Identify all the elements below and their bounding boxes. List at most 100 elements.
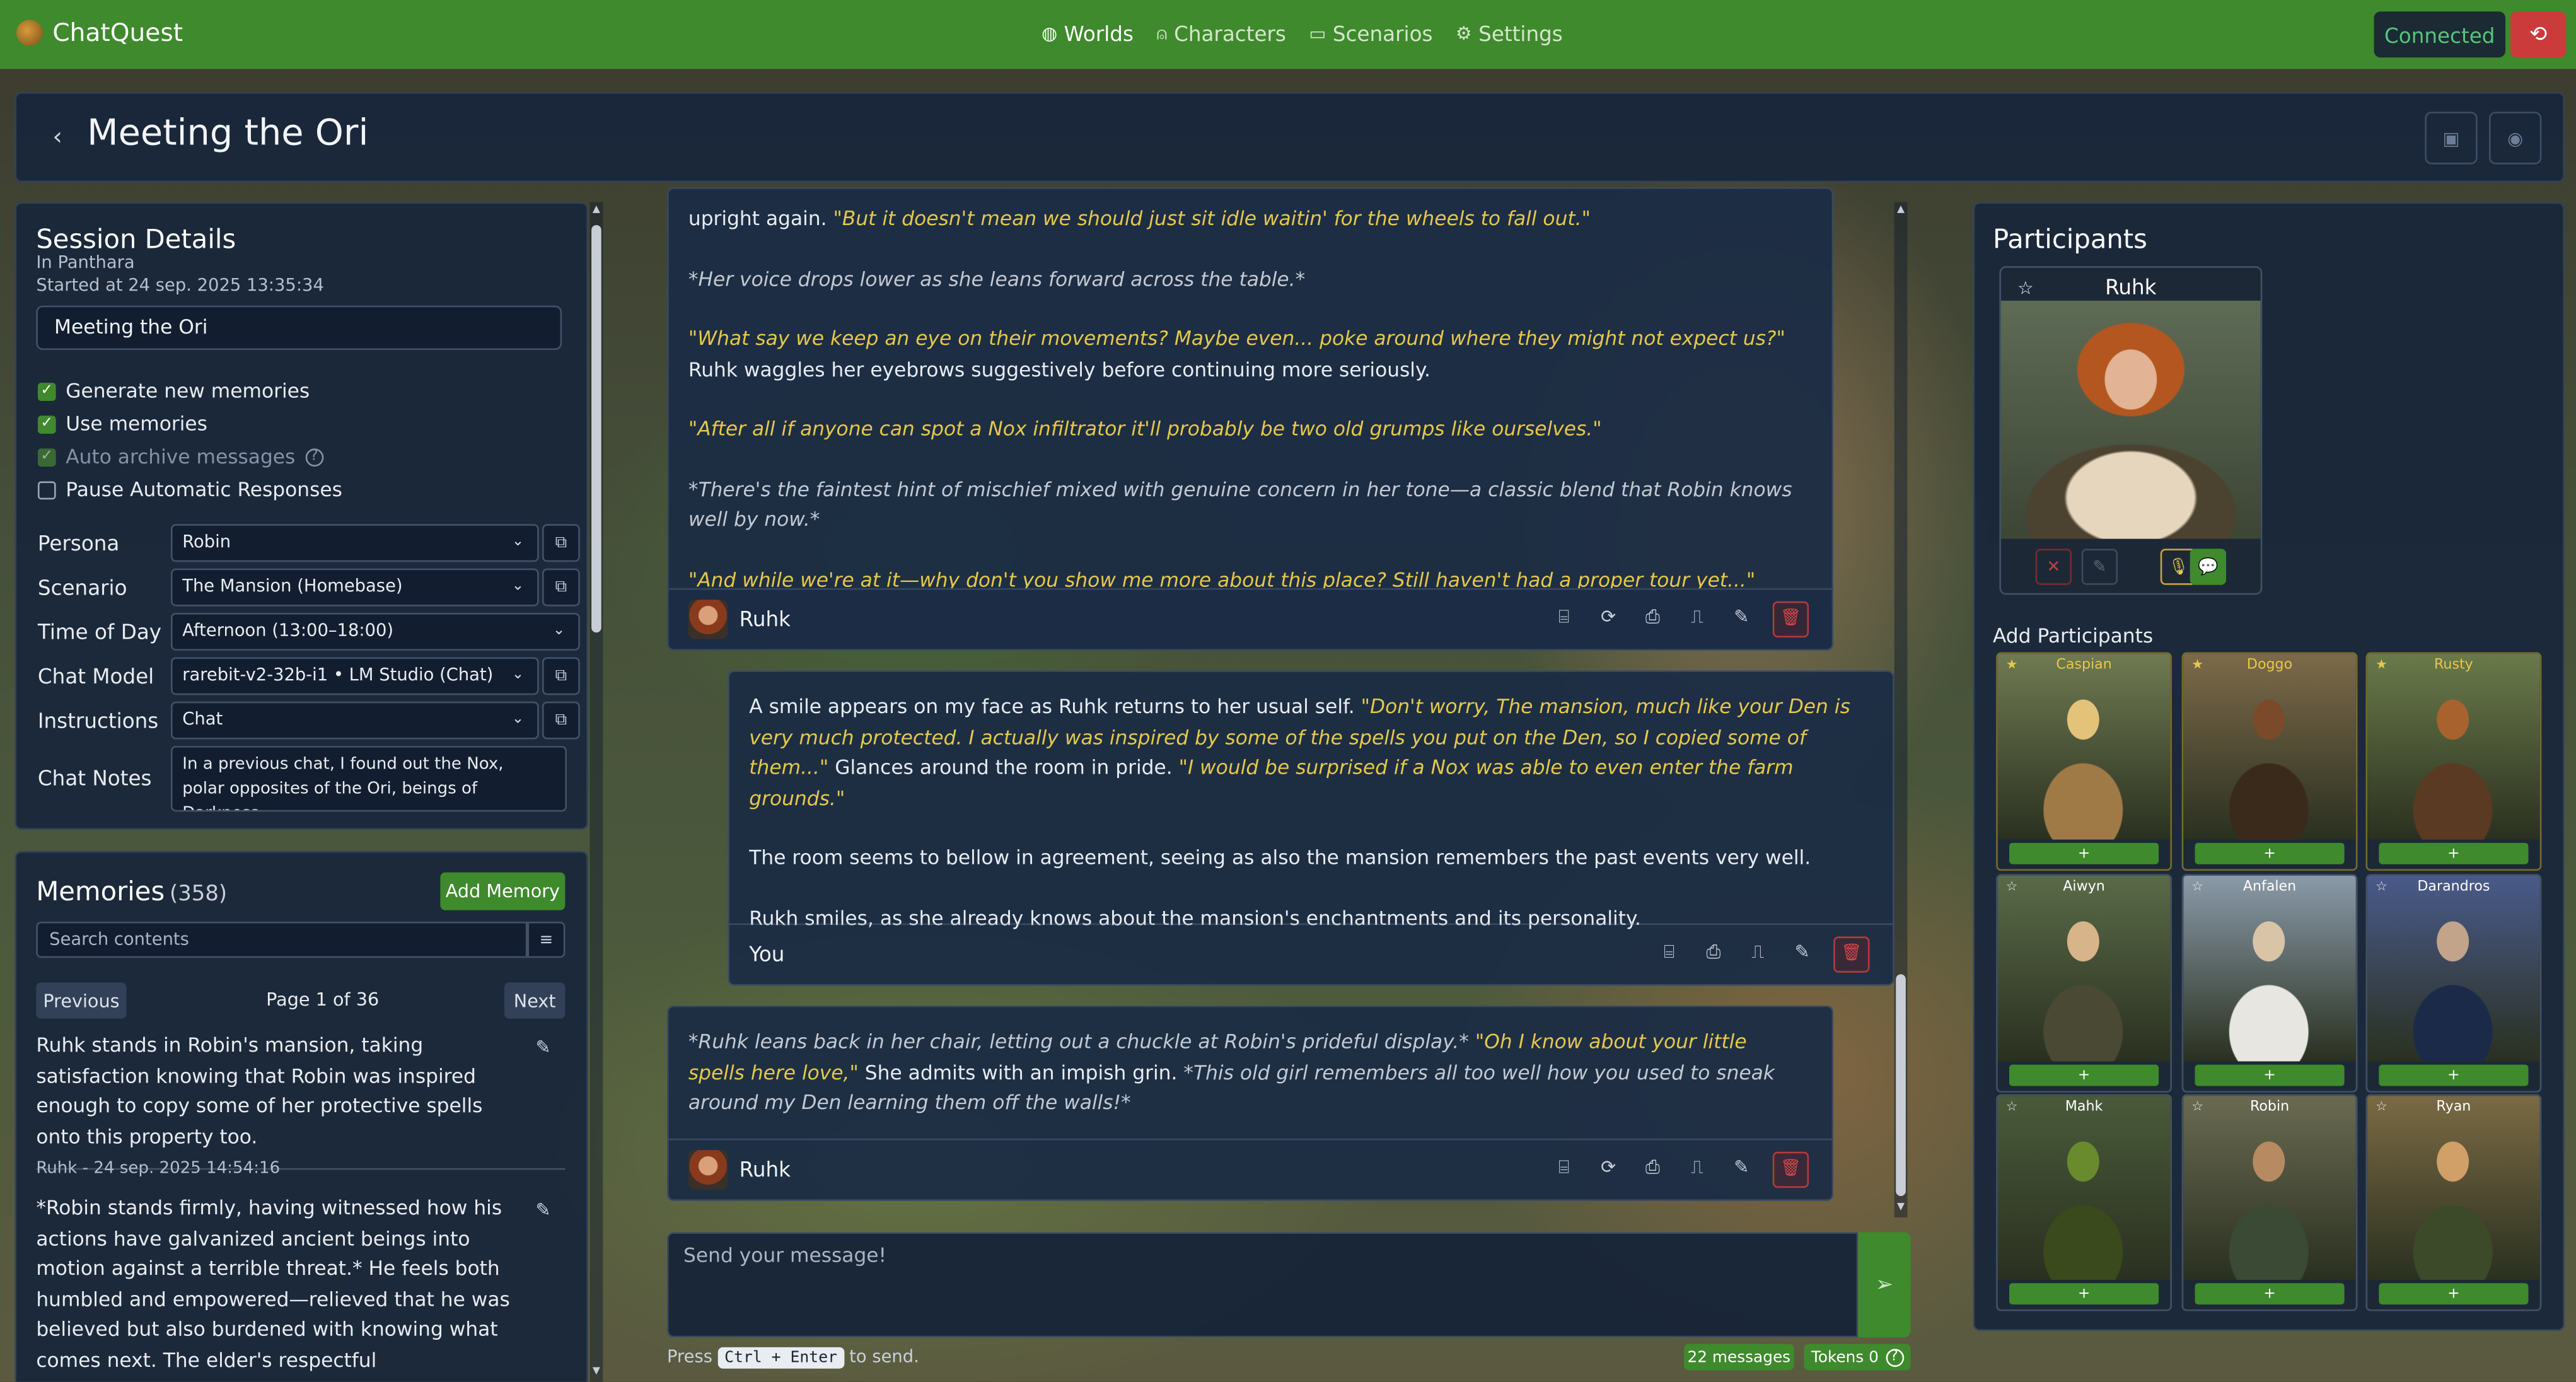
pencil-icon[interactable]: ✎ xyxy=(536,1199,551,1221)
scroll-down-icon[interactable]: ▼ xyxy=(590,1366,603,1377)
help-icon[interactable]: ? xyxy=(305,448,323,466)
chat-model-open-button[interactable]: ⧉ xyxy=(542,657,580,695)
archive-icon[interactable]: ⌸ xyxy=(1551,1153,1577,1183)
branch-icon[interactable]: ⎍ xyxy=(1684,1153,1710,1183)
session-name-input[interactable]: Meeting the Ori xyxy=(36,305,562,351)
trash-icon[interactable]: 🗑 xyxy=(1772,601,1809,638)
page-indicator: Page 1 of 36 xyxy=(266,989,380,1011)
send-button[interactable]: ➢ xyxy=(1858,1232,1911,1338)
chat-scrollbar[interactable]: ▲ ▼ xyxy=(1894,202,1908,1217)
reconnect-button[interactable]: ⟲ xyxy=(2510,11,2567,58)
archive-icon[interactable]: ⌸ xyxy=(1551,603,1577,632)
trash-icon[interactable]: 🗑 xyxy=(1772,1151,1809,1188)
character-portrait xyxy=(2183,875,2356,1062)
message-paragraph: *Her voice drops lower as she leans forw… xyxy=(688,264,1814,294)
add-character-button[interactable]: + xyxy=(2009,1064,2159,1086)
scroll-thumb[interactable] xyxy=(591,225,601,633)
left-scrollbar[interactable]: ▲ ▼ xyxy=(589,202,603,1382)
remove-icon[interactable]: ✕ xyxy=(2035,549,2072,585)
instructions-select[interactable]: Chat ⌄ xyxy=(171,701,539,740)
chat-model-select[interactable]: rarebit-v2-32b-i1 • LM Studio (Chat) ⌄ xyxy=(171,657,539,695)
character-portrait xyxy=(1997,1096,2171,1280)
character-card[interactable]: ☆ Ryan + xyxy=(2365,1094,2542,1311)
character-card[interactable]: ☆ Robin + xyxy=(2181,1094,2358,1311)
nav-characters[interactable]: ⍝ Characters xyxy=(1156,21,1285,46)
character-card[interactable]: ☆ Darandros + xyxy=(2365,874,2542,1093)
time-of-day-select[interactable]: Afternoon (13:00–18:00) ⌄ xyxy=(171,613,580,651)
time-of-day-label: Time of Day xyxy=(37,619,162,644)
pencil-icon[interactable]: ✎ xyxy=(536,1036,551,1058)
generate-memories-checkbox[interactable]: ✓ Generate new memories xyxy=(37,379,310,403)
scroll-up-icon[interactable]: ▲ xyxy=(590,204,603,215)
tokens-badge[interactable]: Tokens 0? xyxy=(1804,1344,1911,1371)
pencil-icon[interactable]: ✎ xyxy=(1728,1153,1755,1183)
memory-search-input[interactable]: Search contents xyxy=(36,921,528,958)
checkbox-label: Generate new memories xyxy=(66,379,310,403)
action-text: *There's the faintest hint of mischief m… xyxy=(688,477,1792,531)
scroll-down-icon[interactable]: ▼ xyxy=(1894,1201,1908,1212)
nav-scenarios-label: Scenarios xyxy=(1332,21,1433,46)
message-input[interactable]: Send your message! xyxy=(666,1232,1859,1338)
persona-open-button[interactable]: ⧉ xyxy=(542,524,580,562)
message-paragraph: "What say we keep an eye on their moveme… xyxy=(688,323,1814,384)
scroll-up-icon[interactable]: ▲ xyxy=(1894,204,1908,215)
pencil-icon[interactable]: ✎ xyxy=(1728,603,1755,632)
add-character-button[interactable]: + xyxy=(2195,1064,2345,1086)
regenerate-icon[interactable]: ⟳ xyxy=(1595,603,1622,632)
chat-notes-textarea[interactable]: In a previous chat, I found out the Nox,… xyxy=(171,746,567,812)
connection-status-button[interactable]: Connected xyxy=(2374,11,2505,58)
filter-icon[interactable]: ≡ xyxy=(527,921,566,958)
branch-icon[interactable]: ⎍ xyxy=(1744,938,1771,968)
checkbox-label: Auto archive messages xyxy=(66,445,296,468)
character-portrait xyxy=(2367,875,2540,1062)
character-card[interactable]: ☆ Aiwyn + xyxy=(1996,874,2172,1093)
trash-icon[interactable]: 🗑 xyxy=(1833,936,1870,973)
back-icon[interactable]: ‹ xyxy=(52,122,62,151)
add-character-button[interactable]: + xyxy=(2379,1283,2529,1305)
add-character-button[interactable]: + xyxy=(2379,842,2529,864)
add-character-button[interactable]: + xyxy=(2009,1283,2159,1305)
previous-page-button[interactable]: Previous xyxy=(36,982,127,1019)
pause-responses-checkbox[interactable]: Pause Automatic Responses xyxy=(37,478,342,501)
message-body: A smile appears on my face as Ruhk retur… xyxy=(749,692,1863,963)
quoted-speech: "And while we're at it—why don't you sho… xyxy=(688,567,1756,591)
scenario-select[interactable]: The Mansion (Homebase) ⌄ xyxy=(171,568,539,607)
chat-bubble-icon[interactable]: 💬 xyxy=(2190,549,2226,585)
eye-icon[interactable]: ◉ xyxy=(2488,112,2542,165)
character-card[interactable]: ★ Caspian + xyxy=(1996,652,2172,871)
add-memory-button[interactable]: Add Memory xyxy=(440,872,566,910)
nav-settings[interactable]: ⚙ Settings xyxy=(1456,21,1563,46)
persona-select[interactable]: Robin ⌄ xyxy=(171,524,539,562)
brand[interactable]: ChatQuest xyxy=(16,18,183,48)
globe-icon: ◍ xyxy=(1041,23,1058,45)
bookmark-icon[interactable]: ⎙ xyxy=(1640,1153,1666,1183)
nav-worlds[interactable]: ◍ Worlds xyxy=(1041,21,1134,46)
character-card[interactable]: ★ Doggo + xyxy=(2181,652,2358,871)
character-card[interactable]: ☆ Mahk + xyxy=(1996,1094,2172,1311)
character-card[interactable]: ★ Rusty + xyxy=(2365,652,2542,871)
pencil-icon[interactable]: ✎ xyxy=(2081,549,2118,585)
message-footer: Ruhk ⌸ ⟳ ⎙ ⎍ ✎ 🗑 xyxy=(668,1138,1832,1199)
nav-scenarios[interactable]: ▭ Scenarios xyxy=(1309,21,1432,46)
bookmark-icon[interactable]: ⎙ xyxy=(1700,938,1727,968)
archive-icon[interactable]: ⌸ xyxy=(1656,938,1683,968)
add-character-button[interactable]: + xyxy=(2379,1064,2529,1086)
regenerate-icon[interactable]: ⟳ xyxy=(1595,1153,1622,1183)
add-character-button[interactable]: + xyxy=(2009,842,2159,864)
message-paragraph: The room seems to bellow in agreement, s… xyxy=(749,843,1863,873)
scenario-open-button[interactable]: ⧉ xyxy=(542,568,580,607)
image-icon[interactable]: ▣ xyxy=(2425,112,2478,165)
add-character-button[interactable]: + xyxy=(2195,842,2345,864)
check-icon: ✓ xyxy=(37,381,56,400)
add-character-button[interactable]: + xyxy=(2195,1283,2345,1305)
branch-icon[interactable]: ⎍ xyxy=(1684,603,1710,632)
use-memories-checkbox[interactable]: ✓ Use memories xyxy=(37,412,207,436)
app-name: ChatQuest xyxy=(52,18,183,48)
scroll-thumb[interactable] xyxy=(1896,974,1906,1197)
bookmark-icon[interactable]: ⎙ xyxy=(1640,603,1666,632)
next-page-button[interactable]: Next xyxy=(504,982,566,1019)
pencil-icon[interactable]: ✎ xyxy=(1789,938,1816,968)
message-actions: ⌸ ⟳ ⎙ ⎍ ✎ 🗑 xyxy=(1551,1151,1809,1188)
instructions-open-button[interactable]: ⧉ xyxy=(542,701,580,740)
character-card[interactable]: ☆ Anfalen + xyxy=(2181,874,2358,1093)
